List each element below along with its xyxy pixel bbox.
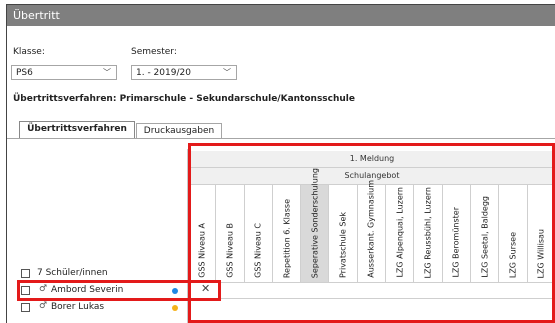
male-icon: ♂ xyxy=(39,301,48,311)
student-checkbox[interactable] xyxy=(21,303,30,312)
verfahren-heading: Übertrittsverfahren: Primarschule - Seku… xyxy=(13,94,355,104)
uebertritt-window: Übertritt Klasse: Semester: PS6 ﹀ 1. - 2… xyxy=(6,4,555,323)
student-name[interactable]: Borer Lukas xyxy=(51,302,104,312)
semester-label: Semester: xyxy=(131,47,177,57)
semester-select[interactable]: 1. - 2019/20 ﹀ xyxy=(131,65,237,80)
window-title: Übertritt xyxy=(13,9,60,22)
chevron-down-icon: ﹀ xyxy=(103,68,111,77)
grid-area: 1. Meldung Schulangebot GSS Niveau A GSS … xyxy=(7,139,555,323)
semester-value: 1. - 2019/20 xyxy=(136,68,191,78)
title-bar: Übertritt xyxy=(7,5,555,26)
select-all-checkbox[interactable] xyxy=(21,269,30,278)
chevron-down-icon: ﹀ xyxy=(223,68,231,77)
highlight-box-columns xyxy=(188,143,555,323)
tab-label: Übertrittsverfahren xyxy=(27,124,127,134)
tab-label: Druckausgaben xyxy=(143,126,215,136)
klasse-value: PS6 xyxy=(16,68,33,78)
klasse-label: Klasse: xyxy=(13,47,45,57)
status-dot xyxy=(172,305,178,311)
klasse-select[interactable]: PS6 ﹀ xyxy=(11,65,117,80)
highlight-box-row xyxy=(17,280,221,301)
tab-druckausgaben[interactable]: Druckausgaben xyxy=(136,123,222,139)
tab-uebertrittsverfahren[interactable]: Übertrittsverfahren xyxy=(19,121,135,139)
student-count: 7 Schüler/innen xyxy=(37,268,108,278)
